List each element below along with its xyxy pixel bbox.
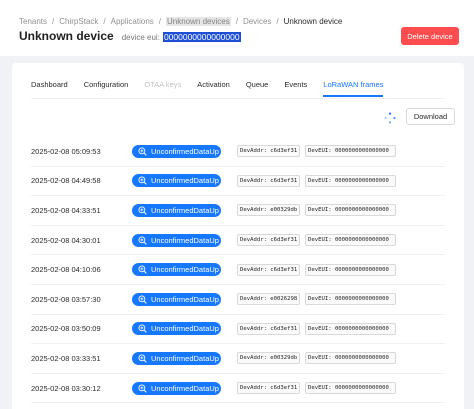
zoom-in-icon: [138, 176, 147, 186]
frame-type-label: UnconfirmedDataUp: [151, 146, 219, 156]
frame-type-label: UnconfirmedDataUp: [151, 383, 219, 393]
frame-timestamp: 2025-02-08 03:50:09: [31, 324, 101, 334]
dev-addr-tag: DevAddr: e00329db: [237, 352, 300, 365]
breadcrumb-separator: /: [158, 16, 161, 26]
dev-addr-tag: DevAddr: c6d3ef31: [237, 382, 300, 395]
frame-type-label: UnconfirmedDataUp: [151, 176, 219, 186]
zoom-in-icon: [138, 295, 147, 304]
breadcrumb-separator: /: [52, 16, 55, 26]
frame-type-button[interactable]: UnconfirmedDataUp: [132, 263, 221, 277]
frame-type-button[interactable]: UnconfirmedDataUp: [132, 322, 221, 336]
frame-type-button[interactable]: UnconfirmedDataUp: [132, 351, 221, 365]
dev-addr-tag: DevAddr: e00329db: [237, 204, 300, 217]
dev-eui-tag: DevEUI: 0000000000000000: [305, 234, 396, 247]
dev-eui-tag: DevEUI: 0000000000000000: [305, 174, 396, 187]
breadcrumb-separator: /: [103, 16, 106, 26]
delete-device-button[interactable]: Delete device: [401, 27, 459, 45]
frame-type-button[interactable]: UnconfirmedDataUp: [132, 144, 221, 158]
breadcrumb-applications[interactable]: Applications: [111, 17, 154, 26]
dev-addr-tag: DevAddr: c6d3ef31: [237, 263, 300, 276]
zoom-in-icon: [138, 354, 147, 363]
frame-timestamp: 2025-02-08 04:30:01: [31, 235, 101, 245]
breadcrumb-current: Unknown device: [283, 16, 343, 26]
spinner-icon: [384, 112, 396, 124]
zoom-in-icon: [138, 147, 147, 156]
frame-type-button[interactable]: UnconfirmedDataUp: [132, 292, 221, 306]
frame-timestamp: 2025-02-08 03:33:51: [31, 353, 101, 363]
frame-type-label: UnconfirmedDataUp: [151, 294, 219, 304]
frame-type-label: UnconfirmedDataUp: [151, 324, 219, 334]
frame-type-label: UnconfirmedDataUp: [151, 353, 219, 363]
tab-events[interactable]: Events: [284, 76, 307, 100]
zoom-in-icon: [138, 265, 147, 274]
frame-type-button[interactable]: UnconfirmedDataUp: [132, 233, 221, 247]
breadcrumb-application[interactable]: Unknown devices: [166, 16, 231, 26]
breadcrumb-tenant[interactable]: ChirpStack: [59, 17, 98, 26]
dev-addr-tag: DevAddr: c6d3ef31: [237, 234, 300, 247]
dev-eui-tag: DevEUI: 0000000000000000: [305, 204, 396, 217]
frame-type-label: UnconfirmedDataUp: [151, 205, 219, 215]
zoom-in-icon: [138, 236, 147, 245]
download-button[interactable]: Download: [406, 108, 455, 125]
frame-timestamp: 2025-02-08 04:10:06: [31, 265, 101, 275]
frame-row: 2025-02-08 03:50:09 UnconfirmedDataUp DevA…: [31, 315, 445, 345]
frame-type-label: UnconfirmedDataUp: [151, 265, 219, 275]
frame-timestamp: 2025-02-08 03:30:12: [31, 383, 101, 393]
tab-configuration[interactable]: Configuration: [84, 76, 129, 100]
tab-dashboard[interactable]: Dashboard: [31, 76, 68, 100]
tab-otaa-keys: OTAA keys: [144, 80, 182, 89]
page-header: Tenants / ChirpStack / Applications / Un…: [0, 0, 474, 56]
frame-timestamp: 2025-02-08 04:49:58: [31, 176, 101, 186]
breadcrumb-separator: /: [276, 16, 279, 26]
tab-lorawan-frames[interactable]: LoRaWAN frames: [323, 76, 384, 100]
frame-row: 2025-02-08 03:33:51 UnconfirmedDataUp DevA…: [31, 344, 445, 374]
frame-type-button[interactable]: UnconfirmedDataUp: [132, 381, 221, 395]
frame-timestamp: 2025-02-08 04:33:51: [31, 205, 101, 215]
zoom-in-icon: [138, 324, 147, 334]
frame-row: 2025-02-08 05:09:53 UnconfirmedDataUp DevA…: [31, 137, 445, 167]
dev-eui-tag: DevEUI: 0000000000000000: [305, 263, 396, 276]
tab-divider: [31, 98, 445, 99]
dev-eui-tag: DevEUI: 0000000000000000: [305, 293, 396, 306]
dev-addr-tag: DevAddr: c6d3ef31: [237, 145, 300, 158]
title-row: Unknown device device eui: 00000000000000…: [19, 29, 241, 45]
frame-row: 2025-02-08 03:57:30 UnconfirmedDataUp DevA…: [31, 285, 445, 315]
page-subtitle: device eui: 0000000000000000: [122, 32, 241, 42]
frame-row: 2025-02-08 04:33:51 UnconfirmedDataUp DevA…: [31, 196, 445, 226]
breadcrumb: Tenants / ChirpStack / Applications / Un…: [19, 15, 342, 27]
device-eui-value[interactable]: 0000000000000000: [162, 32, 241, 42]
zoom-in-icon: [138, 206, 147, 215]
breadcrumb-separator: /: [235, 16, 238, 26]
tab-bar: Dashboard Configuration OTAA keys Activa…: [31, 76, 464, 100]
dev-addr-tag: DevAddr: c6d3ef31: [237, 322, 300, 335]
page-title: Unknown device: [19, 29, 114, 43]
frames-card: Dashboard Configuration OTAA keys Activa…: [12, 63, 464, 409]
zoom-in-icon: [138, 384, 147, 393]
breadcrumb-devices[interactable]: Devices: [243, 17, 271, 26]
dev-eui-tag: DevEUI: 0000000000000000: [305, 352, 396, 365]
dev-eui-tag: DevEUI: 0000000000000000: [305, 322, 396, 335]
frame-type-button[interactable]: UnconfirmedDataUp: [132, 174, 221, 188]
frame-timestamp: 2025-02-08 05:09:53: [31, 146, 101, 156]
frame-row: 2025-02-08 04:30:01 UnconfirmedDataUp DevA…: [31, 226, 445, 256]
dev-eui-tag: DevEUI: 0000000000000000: [305, 382, 396, 395]
dev-addr-tag: DevAddr: e0026298: [237, 293, 300, 306]
device-eui-label: device eui:: [121, 33, 160, 42]
frame-row: 2025-02-08 04:49:58 UnconfirmedDataUp DevA…: [31, 167, 445, 197]
tab-activation[interactable]: Activation: [197, 76, 230, 100]
dev-addr-tag: DevAddr: c6d3ef31: [237, 174, 300, 187]
frame-timestamp: 2025-02-08 03:57:30: [31, 294, 101, 304]
frame-row: 2025-02-08 04:10:06 UnconfirmedDataUp DevA…: [31, 255, 445, 285]
breadcrumb-tenants[interactable]: Tenants: [19, 17, 47, 26]
frame-row: 2025-02-08 03:30:12 UnconfirmedDataUp DevA…: [31, 374, 445, 404]
frame-type-button[interactable]: UnconfirmedDataUp: [132, 203, 221, 217]
tab-queue[interactable]: Queue: [246, 76, 269, 100]
frame-type-label: UnconfirmedDataUp: [151, 235, 219, 245]
dev-eui-tag: DevEUI: 0000000000000000: [305, 145, 396, 158]
